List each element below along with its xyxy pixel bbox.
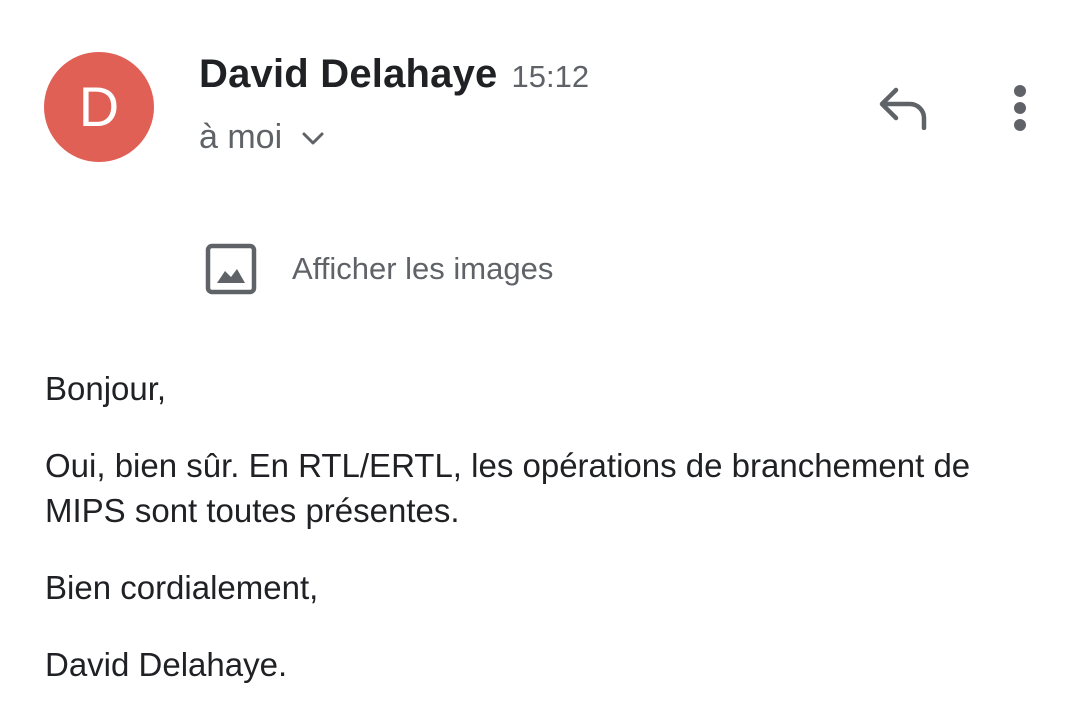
message-body: Bonjour, Oui, bien sûr. En RTL/ERTL, les… [45,366,1045,687]
message-time: 15:12 [511,59,590,94]
more-vert-icon [1014,85,1026,131]
image-icon [204,242,258,296]
more-options-button[interactable] [996,80,1044,136]
signature-text: David Delahaye. [45,646,288,683]
email-view: D David Delahaye 15:12 à moi Afficher le… [0,0,1080,718]
closing-text: Bien cordialement, [45,569,319,606]
reply-button[interactable] [872,80,936,136]
avatar-letter: D [78,75,120,138]
greeting-text: Bonjour, [45,370,167,407]
message-paragraph: Oui, bien sûr. En RTL/ERTL, les opératio… [45,447,971,529]
show-images-link[interactable]: Afficher les images [204,242,553,296]
recipient-toggle[interactable]: à moi [199,118,326,157]
reply-icon [879,87,927,130]
sender-header: David Delahaye 15:12 [199,52,589,97]
sender-name[interactable]: David Delahaye [199,52,498,97]
chevron-down-icon[interactable] [300,125,326,151]
show-images-label: Afficher les images [292,251,554,286]
avatar[interactable]: D [44,52,154,162]
recipient-label: à moi [199,118,283,156]
